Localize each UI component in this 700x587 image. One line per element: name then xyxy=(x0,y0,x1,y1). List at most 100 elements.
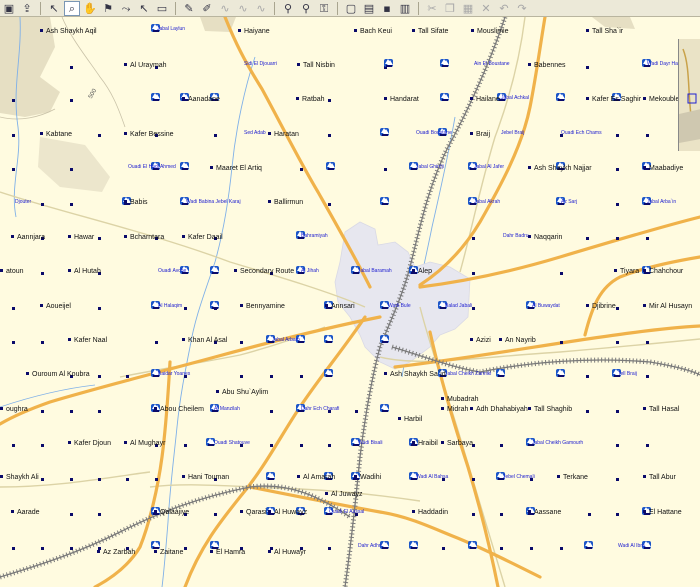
feature-label[interactable]: Wadi Dayr Hafir xyxy=(647,61,682,67)
town-label[interactable]: Al Mughayr xyxy=(124,440,165,447)
town-label[interactable]: Al Hutah xyxy=(68,268,101,275)
redo-icon[interactable]: ↷ xyxy=(514,1,530,16)
town-label[interactable]: Midrah xyxy=(441,406,468,413)
town-label[interactable]: Tall Hasal xyxy=(643,406,679,413)
find-2-icon[interactable]: ⚲ xyxy=(298,1,314,16)
measure-icon[interactable]: ▭ xyxy=(154,1,170,16)
map-canvas[interactable]: Ash Shaykh Aqil Haiyane Bach Keui Tall Sifa… xyxy=(0,17,700,587)
summit-icon[interactable] xyxy=(326,162,335,170)
summit-icon[interactable] xyxy=(556,369,565,377)
delete-icon[interactable]: ✕ xyxy=(478,1,494,16)
point-marker[interactable] xyxy=(41,272,44,275)
point-marker[interactable] xyxy=(214,134,217,137)
town-label[interactable]: Tall Shaghib xyxy=(528,406,572,413)
point-marker[interactable] xyxy=(270,375,273,378)
point-marker[interactable] xyxy=(12,341,15,344)
town-label[interactable]: Hailane xyxy=(470,96,500,103)
town-label[interactable]: Kafer Es Saghir xyxy=(586,96,641,103)
point-marker[interactable] xyxy=(500,547,503,550)
point-marker[interactable] xyxy=(500,513,503,516)
feature-label[interactable]: Jebel Chemali xyxy=(503,474,535,480)
point-marker[interactable] xyxy=(184,547,187,550)
summit-icon[interactable] xyxy=(266,472,275,480)
town-label[interactable]: Aoueijel xyxy=(40,303,71,310)
town-label[interactable]: Annsari xyxy=(325,303,355,310)
town-label[interactable]: Braij xyxy=(470,131,490,138)
point-marker[interactable] xyxy=(12,307,15,310)
point-marker[interactable] xyxy=(70,203,73,206)
town-label[interactable]: Handarat xyxy=(384,96,419,103)
point-marker[interactable] xyxy=(442,547,445,550)
town-label[interactable]: Tall Nisbin xyxy=(297,62,335,69)
point-marker[interactable] xyxy=(384,168,387,171)
point-marker[interactable] xyxy=(646,341,649,344)
town-label[interactable]: Maabadiye xyxy=(643,165,683,172)
point-marker[interactable] xyxy=(472,513,475,516)
feature-label[interactable]: Jabal Baramah xyxy=(358,268,392,274)
point-marker[interactable] xyxy=(70,513,73,516)
summit-icon[interactable] xyxy=(210,266,219,274)
point-marker[interactable] xyxy=(328,99,331,102)
point-marker[interactable] xyxy=(616,237,619,240)
point-marker[interactable] xyxy=(646,444,649,447)
feature-label[interactable]: Tell Braij xyxy=(618,371,637,377)
point-marker[interactable] xyxy=(560,547,563,550)
feature-label[interactable]: Al Jihah xyxy=(301,268,319,274)
point-marker[interactable] xyxy=(472,237,475,240)
feature-label[interactable]: Jabal Cheikh Gamourh xyxy=(532,440,583,446)
town-label[interactable]: Aanadane xyxy=(182,96,220,103)
town-label[interactable]: Naqqarin xyxy=(528,234,562,241)
feature-label[interactable]: Balad Jabali xyxy=(445,303,472,309)
town-label[interactable]: Hawar xyxy=(68,234,94,241)
summit-icon[interactable] xyxy=(440,59,449,67)
town-label[interactable]: Ouroum Al Koubra xyxy=(26,371,90,378)
point-marker[interactable] xyxy=(270,444,273,447)
town-label[interactable]: Al Huwayr xyxy=(268,549,306,556)
town-label[interactable]: Az Zarbah xyxy=(97,549,135,556)
summit-icon[interactable] xyxy=(584,541,593,549)
feature-label[interactable]: Baidar Yoanes xyxy=(158,371,190,377)
point-marker[interactable] xyxy=(646,134,649,137)
feature-label[interactable]: Ouadi Shatouve xyxy=(214,440,250,446)
feature-label[interactable]: Ouadi Avche xyxy=(158,268,186,274)
town-label[interactable]: Adh Dhahabiyah xyxy=(470,406,528,413)
feature-label[interactable]: Jabal Achkal xyxy=(501,95,529,101)
town-label[interactable]: Azizi xyxy=(470,337,491,344)
town-label[interactable]: El Hattane xyxy=(643,509,682,516)
point-marker[interactable] xyxy=(300,375,303,378)
find-icon[interactable]: ⚲ xyxy=(280,1,296,16)
summit-icon[interactable] xyxy=(556,93,565,101)
point-marker[interactable] xyxy=(472,272,475,275)
feature-label[interactable]: Ouadi Boustane xyxy=(416,130,452,136)
overview-map[interactable] xyxy=(678,39,700,151)
town-label[interactable]: Tall Sifate xyxy=(412,28,448,35)
cursor-icon[interactable]: ↖ xyxy=(136,1,152,16)
town-label[interactable]: Abu Shu`Aylim xyxy=(216,389,268,396)
town-label[interactable]: Kafer Daail xyxy=(182,234,223,241)
summit-icon[interactable] xyxy=(380,335,389,343)
town-label[interactable]: Aarade xyxy=(11,509,40,516)
town-label[interactable]: An Nayrib xyxy=(499,337,536,344)
summit-icon[interactable] xyxy=(380,128,389,136)
select-arrow-icon[interactable]: ↖ xyxy=(46,1,62,16)
point-marker[interactable] xyxy=(616,307,619,310)
point-marker[interactable] xyxy=(12,444,15,447)
town-label[interactable]: Al Huwayz xyxy=(268,509,307,516)
town-label[interactable]: Ash Shaykh Sa`id xyxy=(384,371,446,378)
point-marker[interactable] xyxy=(126,375,129,378)
feature-label[interactable]: Az Sarj xyxy=(561,199,577,205)
point-marker[interactable] xyxy=(472,307,475,310)
town-label[interactable]: Bach Keui xyxy=(354,28,392,35)
feature-label[interactable]: Dahr Ech Charafi xyxy=(301,406,339,412)
point-marker[interactable] xyxy=(616,410,619,413)
send-icon[interactable]: ⇪ xyxy=(19,1,35,16)
point-marker[interactable] xyxy=(270,410,273,413)
feature-label[interactable]: Jebel Braij xyxy=(501,130,524,136)
summit-icon[interactable] xyxy=(324,335,333,343)
town-label[interactable]: Ratbah xyxy=(296,96,325,103)
point-marker[interactable] xyxy=(98,307,101,310)
point-marker[interactable] xyxy=(328,203,331,206)
town-label[interactable]: atoun xyxy=(0,268,24,275)
point-marker[interactable] xyxy=(41,444,44,447)
point-marker[interactable] xyxy=(12,547,15,550)
